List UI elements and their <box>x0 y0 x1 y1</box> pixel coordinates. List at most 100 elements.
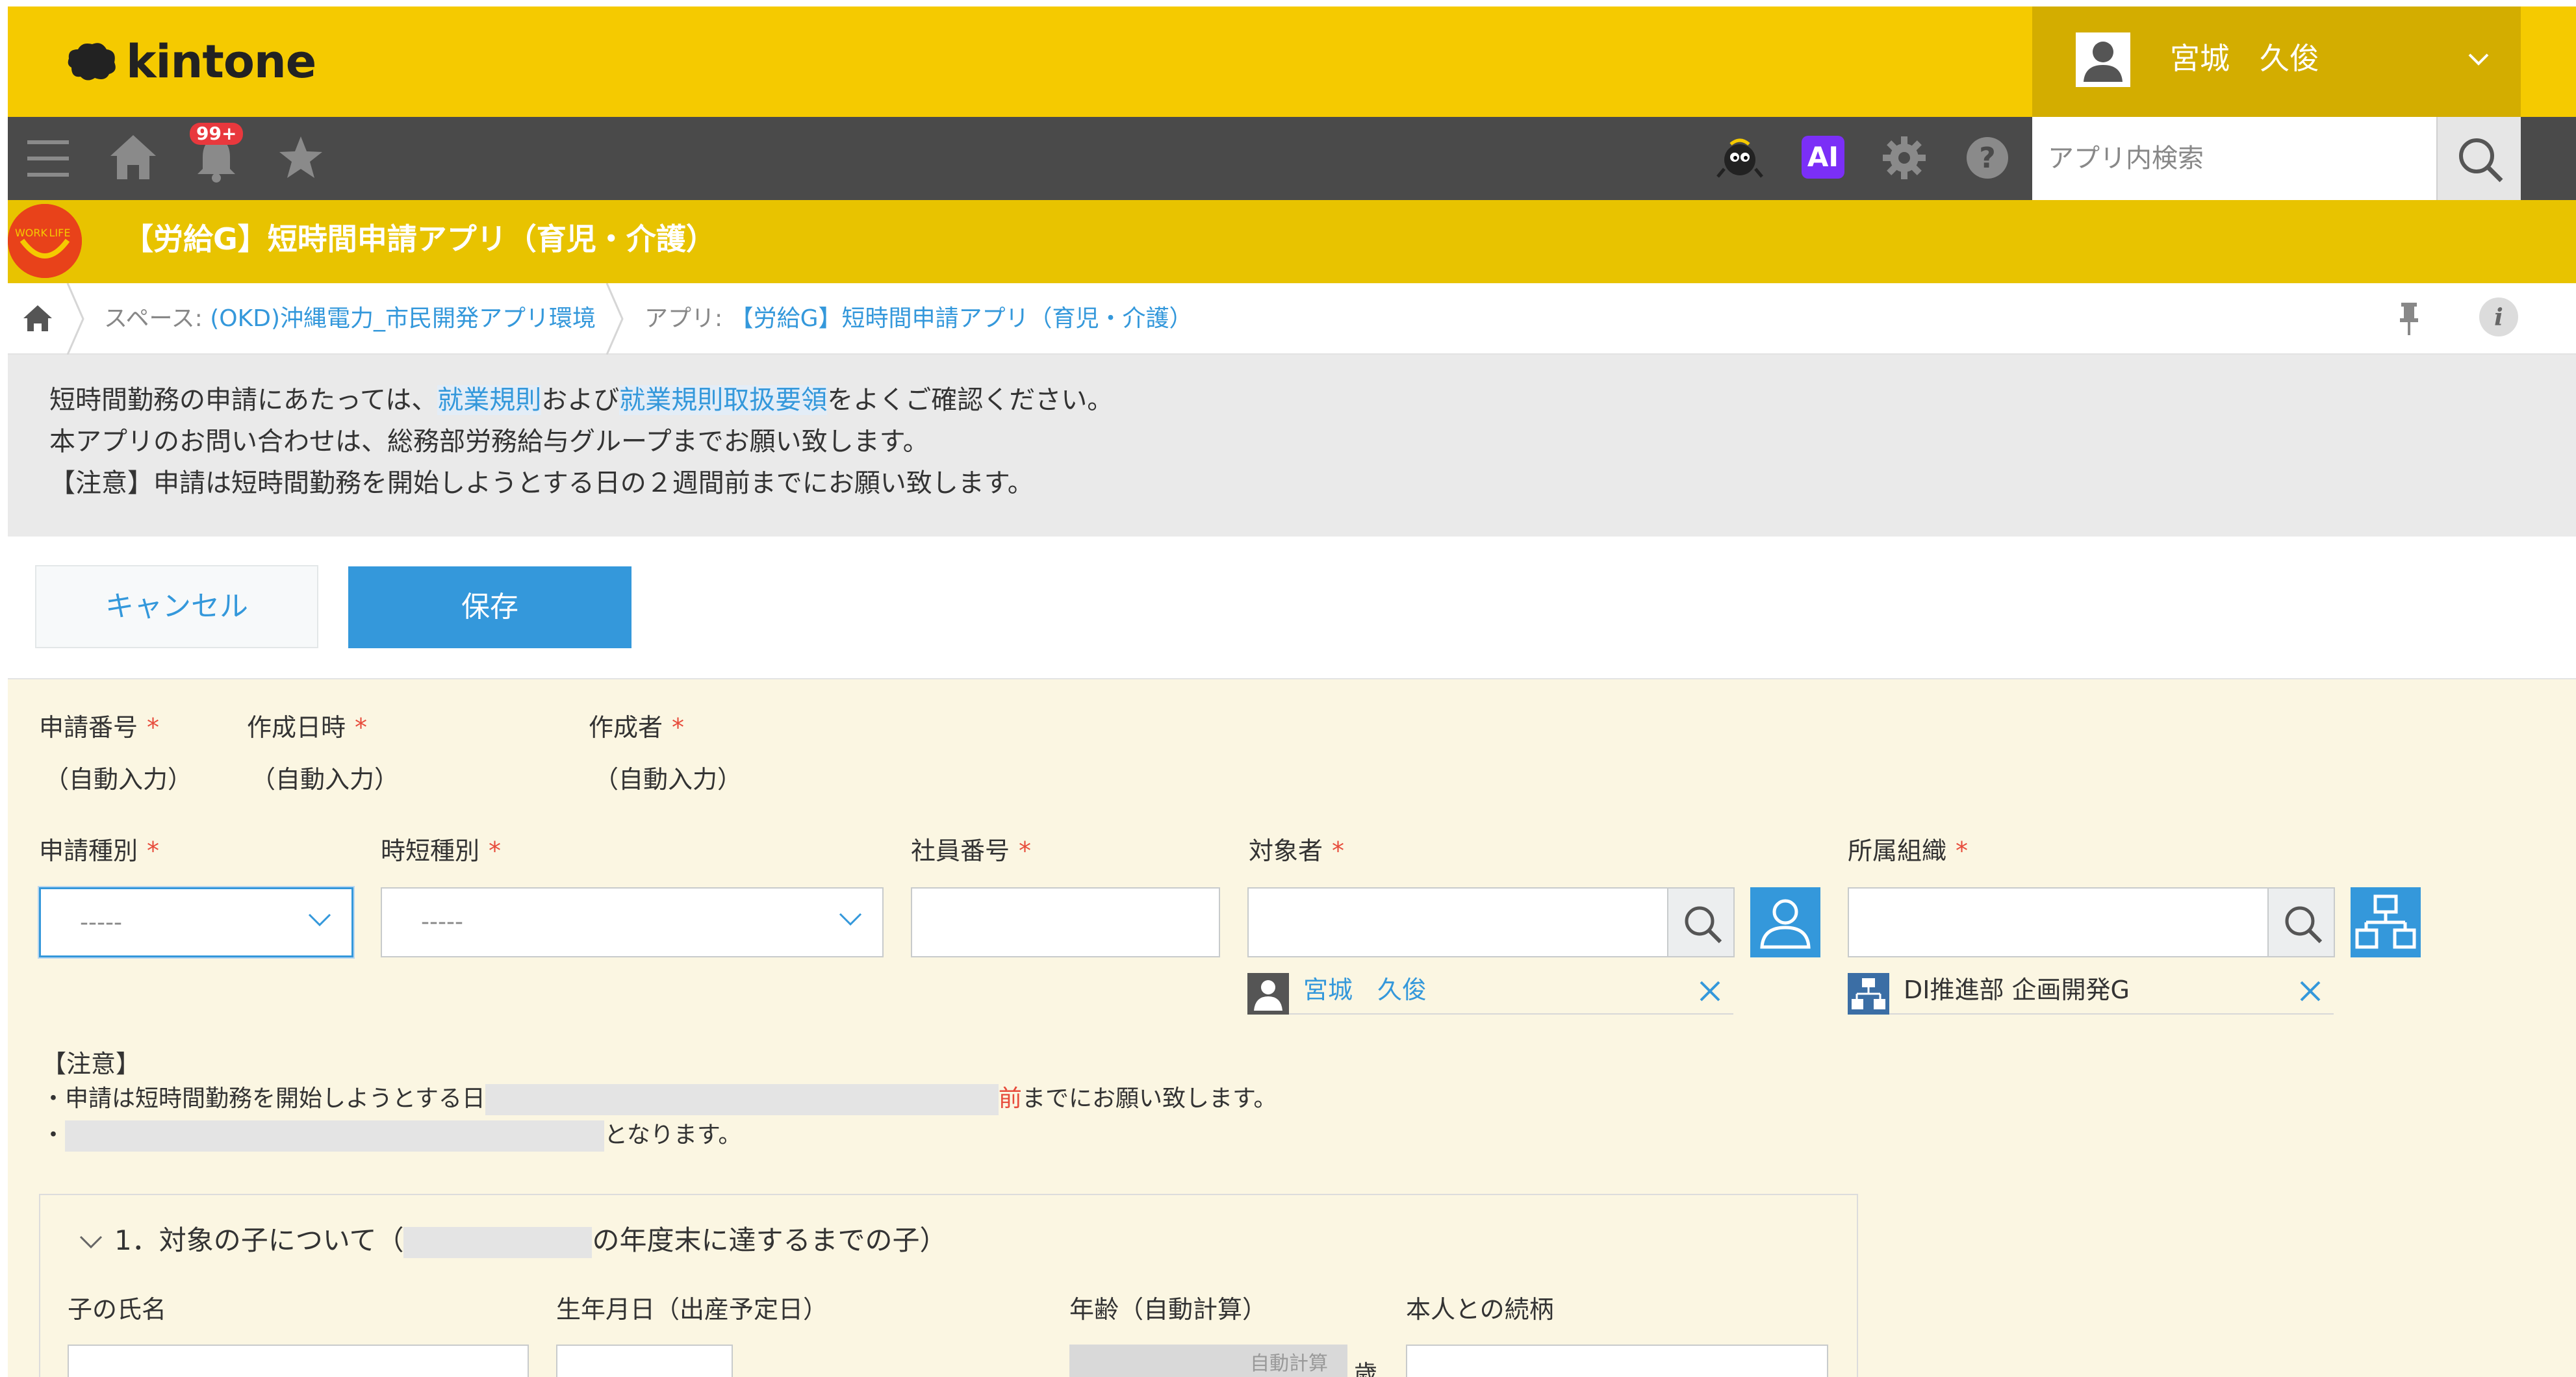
remove-user-icon[interactable] <box>1697 978 1723 1004</box>
user-avatar-icon <box>2076 32 2130 87</box>
gear-icon[interactable] <box>1881 135 1927 183</box>
selected-organization-chip: DI推進部 企画開発G <box>1848 969 2334 1015</box>
search-button[interactable] <box>2436 117 2521 200</box>
chevron-down-icon <box>79 1235 103 1248</box>
home-icon[interactable] <box>109 133 157 184</box>
employee-number-label: 社員番号 * <box>911 837 1032 865</box>
application-number-value: （自動入力） <box>44 765 193 794</box>
breadcrumb-app[interactable]: アプリ: 【労給G】短時間申請アプリ（育児・介護） <box>644 283 1192 355</box>
caution-line-2: ・ となります。 <box>42 1118 741 1152</box>
redacted-text <box>65 1120 605 1152</box>
relationship-label: 本人との続柄 <box>1406 1295 1554 1324</box>
search-icon <box>2459 138 2503 183</box>
notice-text: 短時間勤務の申請にあたっては、 <box>49 385 438 415</box>
logo-cloud-icon <box>68 43 116 81</box>
organization-select-button[interactable] <box>2351 887 2421 957</box>
application-number-label: 申請番号 * <box>39 713 160 742</box>
organization-input[interactable] <box>1848 887 2269 957</box>
breadcrumb-separator <box>65 283 87 357</box>
cancel-button[interactable]: キャンセル <box>35 565 318 648</box>
user-name: 宮城 久俊 <box>2170 41 2319 76</box>
chevron-down-icon <box>839 913 862 926</box>
mascot-icon[interactable] <box>1715 134 1765 186</box>
caution-text: ・ <box>42 1122 66 1148</box>
caution-line-1: ・申請は短時間勤務を開始しようとする日 前までにお願い致します。 <box>42 1082 1277 1116</box>
notice-line-2: 本アプリのお問い合わせは、総務部労務給与グループまでお願い致します。 <box>49 427 929 457</box>
birth-date-input[interactable] <box>556 1345 733 1377</box>
short-time-type-select[interactable]: ----- <box>381 887 884 957</box>
work-rules-guideline-link[interactable]: 就業規則取扱要領 <box>619 385 828 415</box>
breadcrumb-app-link[interactable]: 【労給G】短時間申請アプリ（育児・介護） <box>730 305 1193 332</box>
target-person-input[interactable] <box>1247 887 1668 957</box>
selected-organization-name: DI推進部 企画開発G <box>1904 976 2130 1004</box>
organization-icon <box>2355 894 2416 949</box>
kintone-logo[interactable]: kintone <box>65 32 316 91</box>
notice-line-1: 短時間勤務の申請にあたっては、就業規則および就業規則取扱要領をよくご確認ください… <box>49 379 1113 421</box>
redacted-text <box>485 1084 999 1115</box>
logo-text: kintone <box>126 35 316 88</box>
info-icon[interactable]: i <box>2478 296 2519 340</box>
redacted-text <box>403 1226 593 1258</box>
application-type-select[interactable]: ----- <box>39 887 353 957</box>
star-icon[interactable] <box>278 135 324 182</box>
birth-date-label: 生年月日（出産予定日） <box>556 1295 828 1324</box>
breadcrumb-space-link[interactable]: (OKD)沖縄電力_市民開発アプリ環境 <box>210 305 596 332</box>
organization-search-button[interactable] <box>2267 887 2335 957</box>
breadcrumb-space[interactable]: スペース: (OKD)沖縄電力_市民開発アプリ環境 <box>104 283 596 355</box>
short-time-type-label: 時短種別 * <box>381 837 502 865</box>
breadcrumb-space-prefix: スペース: <box>104 305 210 332</box>
breadcrumb-app-prefix: アプリ: <box>644 305 730 332</box>
age-label: 年齢（自動計算） <box>1069 1295 1268 1324</box>
breadcrumb-separator <box>604 283 626 357</box>
breadcrumb-home-icon[interactable] <box>22 303 53 336</box>
short-time-type-value: ----- <box>421 909 463 935</box>
notice-text: をよくご確認ください。 <box>827 385 1114 415</box>
caution-mark: 前 <box>998 1085 1022 1112</box>
caution-text: までにお願い致します。 <box>1021 1085 1277 1112</box>
application-type-label: 申請種別 * <box>39 837 160 865</box>
svg-text:i: i <box>2494 304 2503 331</box>
notification-badge: 99+ <box>190 123 244 145</box>
caution-title: 【注意】 <box>42 1050 141 1078</box>
section-title[interactable]: 1．対象の子について（ の年度末に達するまでの子） <box>78 1221 947 1260</box>
caution-text: となります。 <box>604 1122 742 1148</box>
target-person-label: 対象者 * <box>1249 837 1345 865</box>
help-icon[interactable]: ? <box>1965 135 2010 183</box>
user-select-button[interactable] <box>1750 887 1820 957</box>
application-type-value: ----- <box>80 909 122 936</box>
organization-icon <box>1848 973 1889 1015</box>
app-title: 【労給G】短時間申請アプリ（育児・介護） <box>123 221 716 257</box>
age-auto-field: 自動計算 <box>1069 1345 1347 1377</box>
child-name-input[interactable] <box>68 1345 529 1377</box>
selected-user-name[interactable]: 宮城 久俊 <box>1303 970 1427 1009</box>
age-unit: 歳 <box>1354 1361 1378 1377</box>
work-rules-link[interactable]: 就業規則 <box>437 385 542 415</box>
created-at-label: 作成日時 * <box>247 713 368 742</box>
remove-organization-icon[interactable] <box>2297 978 2323 1004</box>
save-button[interactable]: 保存 <box>348 566 631 648</box>
selected-user-chip: 宮城 久俊 <box>1247 969 1733 1015</box>
caution-text: ・申請は短時間勤務を開始しようとする日 <box>42 1085 485 1112</box>
relationship-input[interactable] <box>1406 1345 1828 1377</box>
creator-label: 作成者 * <box>589 713 685 742</box>
hamburger-icon[interactable] <box>26 138 71 182</box>
section-title-text: の年度末に達するまでの子） <box>592 1224 947 1256</box>
employee-number-input[interactable] <box>911 887 1220 957</box>
created-at-value: （自動入力） <box>251 765 400 794</box>
user-icon <box>1760 899 1811 949</box>
chevron-down-icon[interactable] <box>2466 47 2492 75</box>
target-person-search-button[interactable] <box>1667 887 1735 957</box>
app-icon-text-life: LIFE <box>49 227 71 239</box>
search-input[interactable] <box>2032 117 2436 200</box>
svg-text:?: ? <box>1979 142 1996 175</box>
section-title-text: 1．対象の子について（ <box>114 1224 404 1256</box>
search-icon <box>1685 906 1722 944</box>
app-icon: WORK LIFE <box>8 204 82 278</box>
chevron-down-icon <box>308 913 331 927</box>
organization-label: 所属組織 * <box>1848 837 1969 865</box>
creator-value: （自動入力） <box>594 765 743 794</box>
child-name-label: 子の氏名 <box>68 1295 167 1324</box>
search-icon <box>2285 906 2323 944</box>
pin-icon[interactable] <box>2397 301 2421 339</box>
ai-button[interactable]: AI <box>1802 136 1844 179</box>
